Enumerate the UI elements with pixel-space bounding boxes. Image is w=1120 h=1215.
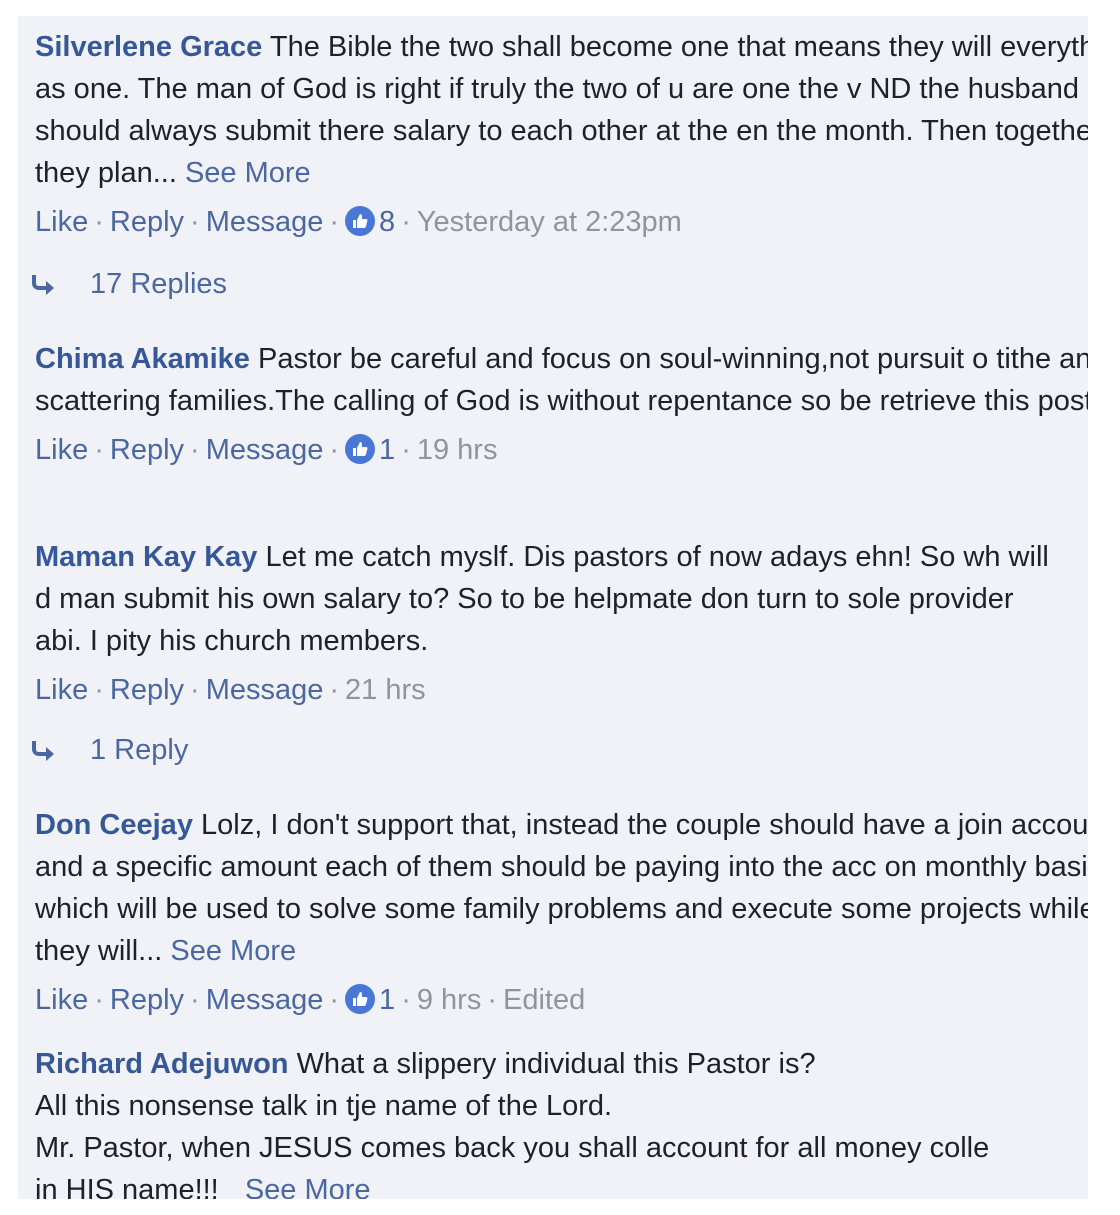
reply-arrow-icon bbox=[30, 270, 60, 303]
separator: · bbox=[190, 206, 200, 238]
like-count[interactable]: 1 bbox=[379, 984, 395, 1016]
comment-actions: Like · Reply · Message · 1 · 9 hrs · Edited bbox=[35, 980, 1088, 1020]
comment-2: Chima Akamike Pastor be careful and focu… bbox=[35, 338, 1088, 470]
comment-body: Maman Kay Kay Let me catch myslf. Dis pa… bbox=[35, 536, 1065, 662]
message-button[interactable]: Message bbox=[206, 674, 324, 706]
like-count[interactable]: 1 bbox=[379, 434, 395, 466]
message-button[interactable]: Message bbox=[206, 434, 324, 466]
separator: · bbox=[190, 674, 200, 706]
separator: · bbox=[329, 434, 340, 466]
view-replies-link[interactable]: 1 Reply bbox=[30, 734, 188, 769]
separator: · bbox=[329, 206, 340, 238]
view-replies-link[interactable]: 17 Replies bbox=[30, 268, 227, 303]
comment-1: Silverlene Grace The Bible the two shall… bbox=[35, 26, 1088, 242]
comment-author[interactable]: Maman Kay Kay bbox=[35, 541, 257, 573]
message-button[interactable]: Message bbox=[206, 206, 324, 238]
comment-actions: Like · Reply · Message · 1 · 19 hrs bbox=[35, 430, 1088, 470]
reply-button[interactable]: Reply bbox=[110, 206, 184, 238]
comment-body: Silverlene Grace The Bible the two shall… bbox=[35, 26, 1088, 194]
comment-5: Richard Adejuwon What a slippery individ… bbox=[35, 1043, 1088, 1199]
comment-author[interactable]: Don Ceejay bbox=[35, 809, 193, 841]
replies-count[interactable]: 1 Reply bbox=[90, 734, 188, 766]
like-count[interactable]: 8 bbox=[379, 206, 395, 238]
separator: · bbox=[329, 674, 340, 706]
separator: · bbox=[401, 434, 411, 466]
like-button[interactable]: Like bbox=[35, 984, 88, 1016]
separator: · bbox=[401, 206, 411, 238]
comment-timestamp[interactable]: 9 hrs bbox=[417, 984, 481, 1016]
comment-author[interactable]: Silverlene Grace bbox=[35, 31, 262, 63]
replies-count[interactable]: 17 Replies bbox=[90, 268, 227, 300]
comment-text-line: All this nonsense talk in tje name of th… bbox=[35, 1090, 613, 1122]
separator: · bbox=[190, 434, 200, 466]
comment-actions: Like · Reply · Message · 21 hrs bbox=[35, 670, 1088, 710]
comment-text-line: What a slippery individual this Pastor i… bbox=[296, 1048, 816, 1080]
comment-text-line: Mr. Pastor, when JESUS comes back you sh… bbox=[35, 1132, 990, 1164]
see-more-link[interactable]: See More bbox=[245, 1174, 371, 1199]
separator: · bbox=[329, 984, 340, 1016]
edited-label[interactable]: Edited bbox=[503, 984, 585, 1016]
separator: · bbox=[94, 674, 104, 706]
comments-panel: Silverlene Grace The Bible the two shall… bbox=[18, 16, 1088, 1199]
reply-button[interactable]: Reply bbox=[110, 984, 184, 1016]
like-button[interactable]: Like bbox=[35, 206, 88, 238]
separator: · bbox=[487, 984, 498, 1016]
message-button[interactable]: Message bbox=[206, 984, 324, 1016]
like-button[interactable]: Like bbox=[35, 674, 88, 706]
reply-arrow-icon bbox=[30, 736, 60, 769]
comment-author[interactable]: Chima Akamike bbox=[35, 343, 250, 375]
like-button[interactable]: Like bbox=[35, 434, 88, 466]
comment-body: Richard Adejuwon What a slippery individ… bbox=[35, 1043, 1088, 1199]
reply-button[interactable]: Reply bbox=[110, 434, 184, 466]
separator: · bbox=[94, 984, 104, 1016]
comment-timestamp[interactable]: 19 hrs bbox=[417, 434, 498, 466]
comment-timestamp[interactable]: 21 hrs bbox=[345, 674, 426, 706]
separator: · bbox=[94, 434, 104, 466]
thumbs-up-icon[interactable] bbox=[345, 984, 376, 1014]
thumbs-up-icon[interactable] bbox=[345, 434, 376, 464]
separator: · bbox=[401, 984, 411, 1016]
comment-author[interactable]: Richard Adejuwon bbox=[35, 1048, 289, 1080]
thumbs-up-icon[interactable] bbox=[345, 206, 376, 236]
comment-3: Maman Kay Kay Let me catch myslf. Dis pa… bbox=[35, 536, 1088, 710]
see-more-link[interactable]: See More bbox=[170, 935, 296, 967]
comment-text-line: in HIS name!!! bbox=[35, 1174, 219, 1199]
separator: · bbox=[94, 206, 104, 238]
comment-4: Don Ceejay Lolz, I don't support that, i… bbox=[35, 804, 1088, 1020]
comment-timestamp[interactable]: Yesterday at 2:23pm bbox=[417, 206, 682, 238]
comment-body: Don Ceejay Lolz, I don't support that, i… bbox=[35, 804, 1088, 972]
separator: · bbox=[190, 984, 200, 1016]
see-more-link[interactable]: See More bbox=[185, 157, 311, 189]
reply-button[interactable]: Reply bbox=[110, 674, 184, 706]
comment-body: Chima Akamike Pastor be careful and focu… bbox=[35, 338, 1088, 422]
comment-actions: Like · Reply · Message · 8 · Yesterday at 2:23pm bbox=[35, 202, 1088, 242]
